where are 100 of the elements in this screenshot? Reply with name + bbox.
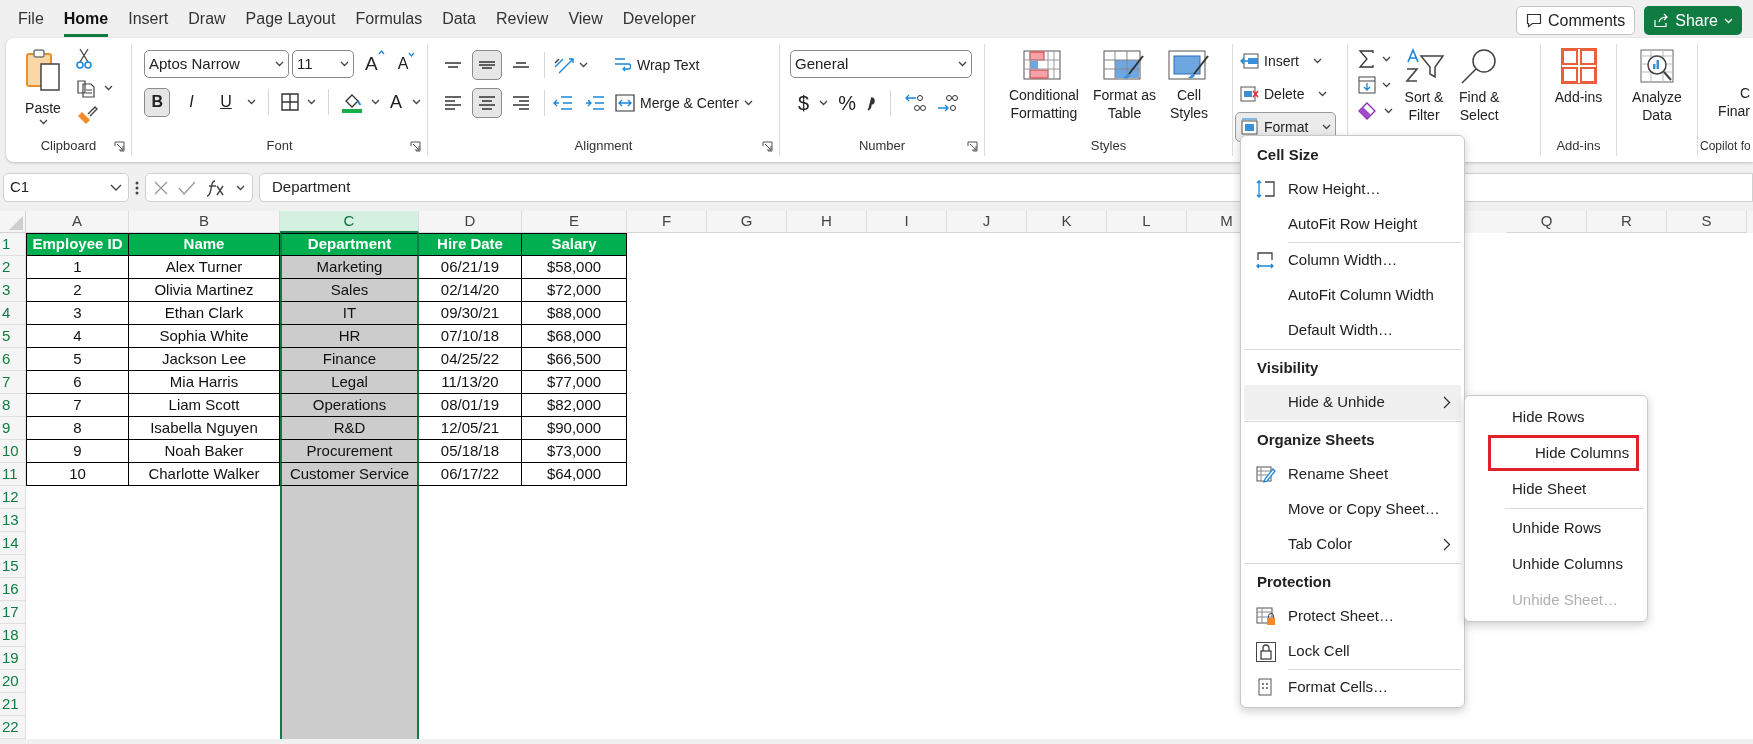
caret-icon bbox=[110, 183, 122, 192]
row-header[interactable]: 17 bbox=[0, 601, 26, 624]
font-size-dropdown[interactable]: 11 bbox=[292, 50, 354, 79]
menu-item[interactable]: Hide Rows bbox=[1468, 399, 1644, 435]
menu-item[interactable]: Lock Cell bbox=[1244, 634, 1461, 669]
table-cell: $77,000 bbox=[522, 371, 627, 394]
row-header[interactable]: 20 bbox=[0, 670, 26, 693]
name-box[interactable]: C1 bbox=[3, 173, 129, 202]
share-button[interactable]: Share bbox=[1644, 6, 1742, 35]
increase-font-size-button[interactable]: A bbox=[363, 50, 387, 79]
format-as-table-button[interactable]: Format as Table bbox=[1086, 48, 1162, 136]
menu-item[interactable]: Hide Sheet bbox=[1468, 471, 1644, 507]
bold-button[interactable]: B bbox=[144, 87, 171, 117]
copilot-button-label[interactable]: C Finar bbox=[1718, 84, 1750, 120]
column-header[interactable]: G bbox=[707, 211, 787, 233]
currency-button[interactable]: $ bbox=[798, 88, 810, 118]
menu-item[interactable]: Format Cells… bbox=[1244, 670, 1461, 705]
column-header[interactable]: C bbox=[280, 211, 419, 233]
ribbon-tab[interactable]: Developer bbox=[622, 7, 696, 37]
row-header[interactable]: 8 bbox=[0, 394, 26, 417]
menu-item[interactable]: Move or Copy Sheet… bbox=[1244, 492, 1461, 527]
wrap-text-button[interactable]: Wrap Text bbox=[614, 54, 700, 76]
column-header[interactable]: K bbox=[1027, 211, 1107, 233]
number-format-dropdown[interactable]: General bbox=[790, 50, 972, 78]
ribbon-tab[interactable]: Draw bbox=[188, 7, 226, 37]
row-header[interactable]: 6 bbox=[0, 348, 26, 371]
menu-item[interactable]: Protect Sheet… bbox=[1244, 599, 1461, 634]
ribbon-tab[interactable]: Formulas bbox=[355, 7, 423, 37]
format-painter-icon bbox=[76, 106, 98, 126]
row-header[interactable]: 16 bbox=[0, 578, 26, 601]
menu-item[interactable]: Column Width… bbox=[1244, 243, 1461, 278]
decrease-font-size-button[interactable]: A bbox=[395, 52, 418, 77]
menu-item[interactable]: Default Width… bbox=[1244, 313, 1461, 348]
sort-and-filter-button[interactable]: Sort & Filter bbox=[1399, 46, 1449, 136]
increase-decimal-icon bbox=[936, 92, 959, 114]
row-header[interactable]: 5 bbox=[0, 325, 26, 348]
row-header[interactable]: 19 bbox=[0, 647, 26, 670]
row-header[interactable]: 2 bbox=[0, 256, 26, 279]
column-header[interactable]: S bbox=[1667, 211, 1747, 233]
paste-button[interactable]: Paste bbox=[24, 44, 62, 136]
conditional-formatting-button[interactable]: Conditional Formatting bbox=[1002, 48, 1085, 136]
menu-item[interactable]: Tab Color bbox=[1244, 527, 1461, 562]
menu-item: Unhide Sheet… bbox=[1511, 589, 1619, 610]
column-header[interactable]: Q bbox=[1507, 211, 1587, 233]
font-name-dropdown[interactable]: Aptos Narrow bbox=[144, 50, 289, 79]
menu-item[interactable]: Hide & Unhide bbox=[1244, 385, 1461, 420]
column-header[interactable]: H bbox=[787, 211, 867, 233]
column-header[interactable]: F bbox=[627, 211, 707, 233]
add-ins-button[interactable]: Add-ins bbox=[1550, 46, 1607, 136]
row-header[interactable]: 18 bbox=[0, 624, 26, 647]
chevron-right-icon bbox=[1443, 396, 1451, 409]
column-header[interactable]: I bbox=[867, 211, 947, 233]
add-ins-icon bbox=[1560, 48, 1597, 84]
row-header[interactable]: 13 bbox=[0, 509, 26, 532]
row-header[interactable]: 4 bbox=[0, 302, 26, 325]
font-color-button[interactable]: A bbox=[388, 88, 404, 116]
row-header[interactable]: 9 bbox=[0, 417, 26, 440]
row-header[interactable]: 10 bbox=[0, 440, 26, 463]
row-header[interactable]: 14 bbox=[0, 532, 26, 555]
column-header[interactable]: R bbox=[1587, 211, 1667, 233]
insert-cells-icon bbox=[1240, 52, 1260, 70]
middle-align-button[interactable] bbox=[472, 50, 502, 80]
rename-sheet-icon bbox=[1256, 464, 1276, 485]
menu-item[interactable]: Hide Columns bbox=[1488, 435, 1639, 471]
row-header[interactable]: 3 bbox=[0, 279, 26, 302]
ribbon-tab[interactable]: Page Layout bbox=[245, 7, 336, 37]
cells-delete-button[interactable]: Delete bbox=[1235, 79, 1333, 109]
ribbon-tab[interactable]: View bbox=[568, 7, 603, 37]
ribbon-tab[interactable]: Insert bbox=[128, 7, 169, 37]
increase-indent-icon bbox=[585, 95, 605, 111]
row-header[interactable]: 12 bbox=[0, 486, 26, 509]
merge-and-center-button[interactable]: Merge & Center bbox=[615, 92, 753, 114]
center-button[interactable] bbox=[472, 88, 502, 118]
menu-item[interactable]: Rename Sheet bbox=[1244, 457, 1461, 492]
table-cell: 12/05/21 bbox=[419, 417, 522, 440]
row-header[interactable]: 7 bbox=[0, 371, 26, 394]
ribbon-tab[interactable]: Data bbox=[442, 7, 476, 37]
percent-button[interactable]: % bbox=[838, 88, 856, 118]
find-and-select-button[interactable]: Find & Select bbox=[1455, 46, 1504, 136]
cells-insert-button[interactable]: Insert bbox=[1235, 46, 1327, 76]
row-header[interactable]: 22 bbox=[0, 716, 26, 739]
row-header[interactable]: 11 bbox=[0, 463, 26, 486]
row-header[interactable]: 21 bbox=[0, 693, 26, 716]
cell-styles-button[interactable]: Cell Styles bbox=[1163, 48, 1215, 136]
menu-item[interactable]: Unhide Columns bbox=[1468, 546, 1644, 582]
row-header[interactable]: 1 bbox=[0, 233, 26, 256]
column-header[interactable]: J bbox=[947, 211, 1027, 233]
analyze-data-button[interactable]: Analyze Data bbox=[1628, 46, 1686, 136]
column-header[interactable]: L bbox=[1107, 211, 1187, 233]
underline-button[interactable]: U bbox=[212, 87, 240, 117]
menu-item[interactable]: Unhide Rows bbox=[1468, 510, 1644, 546]
ribbon-tab[interactable]: Review bbox=[495, 7, 549, 37]
row-header[interactable]: 15 bbox=[0, 555, 26, 578]
menu-item[interactable]: AutoFit Column Width bbox=[1244, 278, 1461, 313]
comments-button[interactable]: Comments bbox=[1515, 6, 1636, 35]
copy-icon bbox=[76, 78, 96, 98]
group-label: Copilot fo bbox=[1700, 138, 1750, 155]
group-label: Alignment bbox=[574, 137, 633, 156]
italic-button[interactable]: I bbox=[178, 87, 205, 117]
ribbon-tab[interactable]: File bbox=[18, 7, 44, 37]
